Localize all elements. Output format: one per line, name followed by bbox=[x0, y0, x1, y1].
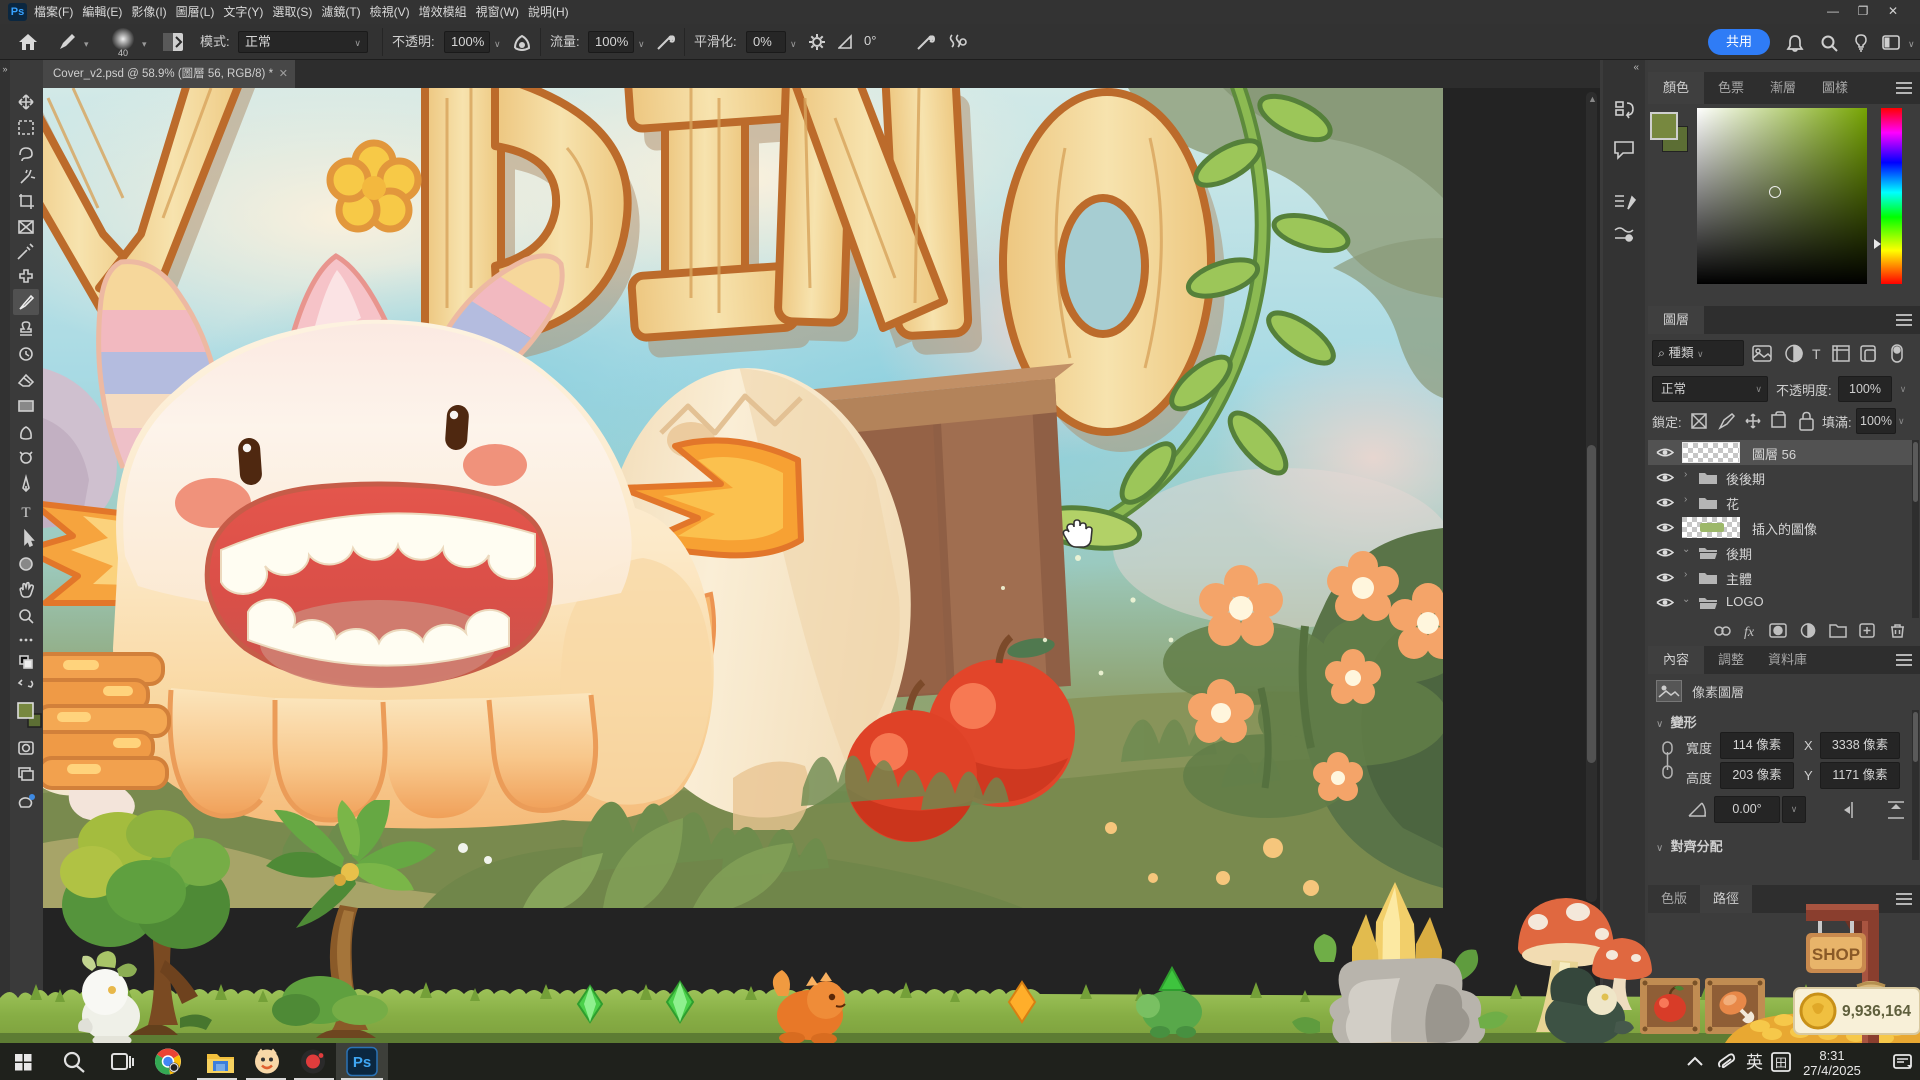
svg-text:英: 英 bbox=[1746, 1053, 1763, 1072]
svg-text:27/4/2025: 27/4/2025 bbox=[1803, 1063, 1861, 1078]
svg-text:T: T bbox=[1812, 346, 1821, 362]
svg-text:fx: fx bbox=[1744, 625, 1755, 640]
svg-text:Ps: Ps bbox=[353, 1054, 371, 1071]
svg-text:9,936,164: 9,936,164 bbox=[1842, 1003, 1911, 1020]
svg-text:40: 40 bbox=[118, 48, 128, 57]
svg-text:⽥: ⽥ bbox=[1775, 1056, 1787, 1070]
svg-text:8:31: 8:31 bbox=[1819, 1048, 1844, 1063]
svg-text:SHOP: SHOP bbox=[1812, 945, 1860, 964]
svg-text:T: T bbox=[21, 505, 30, 521]
